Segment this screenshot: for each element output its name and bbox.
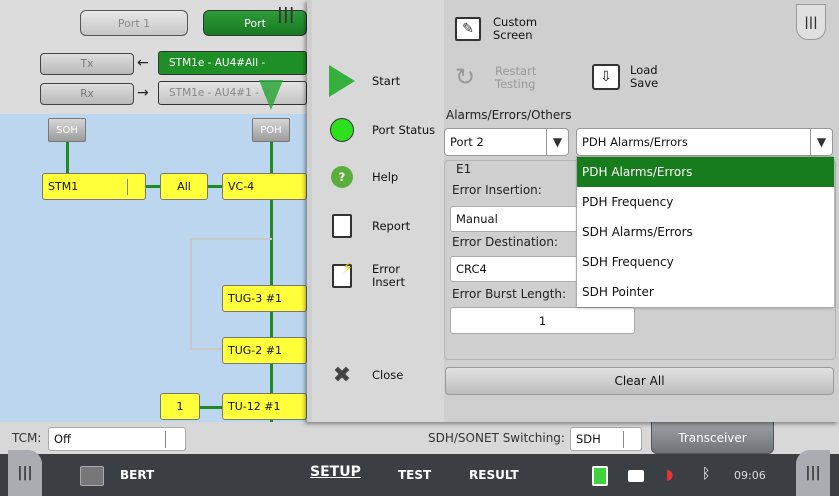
port-select-value: Port 2: [450, 135, 484, 149]
port-status-label: Port Status: [372, 123, 436, 137]
stm1-all-connector: [145, 185, 160, 188]
tug3-node[interactable]: TUG-3 #1: [222, 285, 307, 312]
error-insert-button[interactable]: ⚡ Error Insert: [312, 251, 449, 301]
load-save-label-1: Load: [630, 63, 658, 77]
load-save-button[interactable]: ⇩ Load Save: [592, 64, 658, 90]
error-insertion-select[interactable]: Manual: [450, 206, 578, 232]
port-select[interactable]: Port 2 ▼: [444, 128, 569, 156]
switching-divider: [623, 431, 624, 448]
switching-label: SDH/SONET Switching:: [428, 431, 565, 445]
app-name: BERT: [120, 468, 155, 482]
all-vc4-connector: [207, 185, 222, 188]
dropdown-option[interactable]: SDH Alarms/Errors: [577, 217, 834, 247]
tu12-count-node[interactable]: 1: [160, 393, 200, 420]
tx-signal-path[interactable]: STM1e - AU4#All -: [158, 51, 307, 75]
usb-icon: [628, 470, 644, 482]
soh-button[interactable]: SOH: [48, 118, 86, 142]
status-circle-icon: [324, 112, 360, 148]
poh-connector: [270, 140, 273, 174]
dropdown-option[interactable]: PDH Alarms/Errors: [577, 157, 834, 187]
right-panel-handle-icon[interactable]: |||: [796, 4, 826, 40]
load-save-label-2: Save: [630, 76, 659, 90]
close-icon: ✖: [332, 362, 352, 388]
dropdown-option[interactable]: PDH Frequency: [577, 187, 834, 217]
tu12-connector: [200, 406, 222, 409]
error-insertion-label: Error Insertion:: [452, 183, 542, 197]
restart-label-2: Testing: [495, 77, 536, 91]
rx-button[interactable]: Rx: [40, 83, 134, 105]
help-label: Help: [372, 170, 399, 184]
battery-plug-icon: [592, 466, 608, 486]
clear-all-button[interactable]: Clear All: [445, 367, 834, 395]
bert-app-icon: [80, 466, 104, 486]
all-node[interactable]: All: [160, 173, 208, 200]
custom-screen-button[interactable]: ✎ Custom Screen: [455, 16, 537, 42]
start-label: Start: [372, 74, 401, 88]
error-destination-label: Error Destination:: [452, 235, 558, 249]
category-dropdown: PDH Alarms/Errors PDH Frequency SDH Alar…: [576, 156, 834, 307]
error-burst-input[interactable]: 1: [450, 307, 635, 334]
wifi-off-icon: ◗: [666, 467, 674, 483]
stm1-node[interactable]: STM1: [42, 173, 146, 200]
restart-icon: ↻: [455, 63, 476, 91]
report-label: Report: [372, 219, 411, 233]
port-status-button[interactable]: Port Status: [312, 105, 449, 155]
clock: 09:06: [734, 469, 766, 482]
rx-arrow-icon: →: [137, 85, 149, 101]
category-select[interactable]: PDH Alarms/Errors ▼: [576, 128, 833, 156]
switching-value: SDH: [576, 432, 601, 446]
error-insert-icon: ⚡: [324, 258, 360, 294]
tcm-divider: [165, 431, 166, 448]
custom-screen-label-1: Custom: [493, 15, 538, 29]
bluetooth-icon: ᛒ: [702, 466, 711, 482]
section-title: Alarms/Errors/Others: [446, 108, 572, 122]
load-save-icon: ⇩: [592, 64, 620, 90]
error-insert-label-2: Insert: [372, 275, 405, 289]
error-burst-label: Error Burst Length:: [452, 287, 567, 301]
tu12-node[interactable]: TU-12 #1: [222, 393, 307, 420]
tab-setup[interactable]: SETUP: [310, 464, 361, 480]
tcm-label: TCM:: [12, 431, 42, 445]
tx-arrow-icon: ←: [137, 55, 149, 71]
left-handle-icon[interactable]: |||: [8, 450, 42, 496]
group-title: E1: [456, 162, 472, 176]
tab-port-1[interactable]: Port 1: [80, 10, 188, 36]
transceiver-button[interactable]: Transceiver: [651, 422, 774, 454]
restart-testing-button[interactable]: ↻ Restart Testing: [455, 64, 536, 92]
report-icon: [324, 208, 360, 244]
category-select-value: PDH Alarms/Errors: [582, 135, 688, 149]
custom-screen-label-2: Screen: [493, 28, 533, 42]
poh-pointer-icon: [259, 80, 283, 110]
close-button[interactable]: ✖ Close: [312, 350, 449, 400]
stm1-divider: [127, 179, 128, 195]
soh-connector: [66, 140, 69, 174]
tx-button[interactable]: Tx: [40, 53, 134, 75]
switching-select[interactable]: SDH: [570, 427, 642, 451]
vc4-node[interactable]: VC-4: [222, 173, 307, 200]
close-label: Close: [372, 368, 404, 382]
restart-label-1: Restart: [495, 64, 537, 78]
tug2-node[interactable]: TUG-2 #1: [222, 337, 307, 364]
stm1-label: STM1: [48, 180, 79, 193]
category-select-arrow-icon: ▼: [810, 129, 832, 155]
error-destination-select[interactable]: CRC4: [450, 256, 578, 282]
report-button[interactable]: Report: [312, 201, 449, 251]
tab-test[interactable]: TEST: [398, 468, 431, 482]
start-button[interactable]: Start: [312, 56, 449, 106]
tcm-select[interactable]: Off: [48, 427, 186, 451]
tab-result[interactable]: RESULT: [469, 468, 519, 482]
poh-button[interactable]: POH: [252, 118, 290, 142]
port-select-arrow-icon: ▼: [546, 129, 568, 155]
error-insert-label-1: Error: [372, 262, 401, 276]
help-icon: ?: [324, 159, 360, 195]
play-icon: [324, 63, 360, 99]
edit-icon: ✎: [455, 17, 481, 41]
dropdown-option[interactable]: SDH Frequency: [577, 247, 834, 277]
tcm-value: Off: [54, 432, 71, 446]
dropdown-option[interactable]: SDH Pointer: [577, 277, 834, 307]
help-button[interactable]: ? Help: [312, 152, 449, 202]
right-handle-icon[interactable]: |||: [796, 450, 830, 496]
panel-handle-icon[interactable]: |||: [277, 4, 297, 34]
rx-signal-path[interactable]: STM1e - AU4#1 - V: [158, 81, 307, 105]
